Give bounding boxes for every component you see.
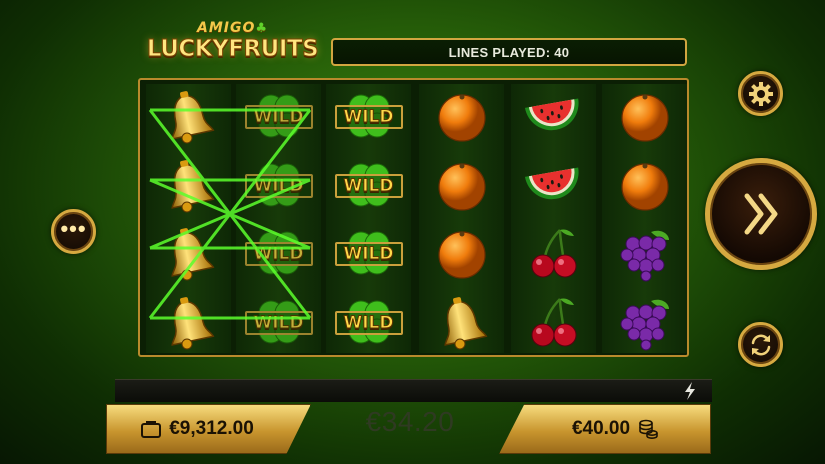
- spin-button[interactable]: [705, 158, 817, 270]
- symbol-grapes: [602, 290, 687, 356]
- lightning-bolt-icon[interactable]: [683, 382, 697, 400]
- wild-label: WILD: [343, 244, 394, 265]
- symbol-orange: [419, 153, 504, 219]
- reel-5: [511, 84, 596, 353]
- status-bar: [115, 379, 712, 402]
- lines-played-text: LINES PLAYED: 40: [448, 44, 570, 60]
- game-screen: { "logo": { "top": "AMIGO", "main": "LUC…: [0, 0, 825, 464]
- refresh-icon: [751, 334, 770, 355]
- balance-panel: €9,312.00: [106, 404, 311, 454]
- win-amount: €34.20: [365, 406, 455, 437]
- menu-button[interactable]: •••: [51, 209, 96, 254]
- coin-stack-icon: [639, 419, 658, 439]
- symbol-bell: [419, 290, 504, 356]
- wild-label: WILD: [253, 107, 304, 128]
- clover-icon: ♣: [255, 21, 269, 36]
- wild-symbol: WILD: [333, 158, 405, 214]
- symbol-orange: [602, 153, 687, 219]
- symbol-bell: [146, 221, 231, 287]
- game-logo: AMIGO♣ LUCKYFRUITS: [140, 20, 325, 70]
- wild-symbol: WILD: [243, 89, 315, 145]
- symbol-bell: [146, 290, 231, 356]
- symbol-watermelon: [511, 153, 596, 219]
- symbol-watermelon: [511, 84, 596, 150]
- bet-panel[interactable]: €40.00: [499, 404, 711, 454]
- symbol-wild: WILD: [326, 290, 411, 356]
- autoplay-button[interactable]: [738, 322, 783, 367]
- balance-value: €9,312.00: [169, 418, 254, 439]
- wild-symbol: WILD: [243, 226, 315, 282]
- reel-3: WILD WILD WILD WILD: [326, 84, 411, 353]
- symbol-wild: WILD: [326, 221, 411, 287]
- wild-symbol: WILD: [243, 295, 315, 351]
- wild-label: WILD: [343, 176, 394, 197]
- reel-4: [419, 84, 504, 353]
- more-dots-icon: •••: [60, 215, 87, 241]
- logo-amigo-text: AMIGO: [196, 20, 256, 36]
- symbol-wild: WILD: [326, 153, 411, 219]
- symbol-wild: WILD: [236, 153, 321, 219]
- wild-symbol: WILD: [333, 295, 405, 351]
- wallet-icon: [141, 421, 162, 438]
- wild-symbol: WILD: [243, 158, 315, 214]
- gear-icon: [748, 81, 773, 106]
- wild-label: WILD: [253, 244, 304, 265]
- reel-2: WILD WILD WILD WILD: [236, 84, 321, 353]
- symbol-orange: [419, 84, 504, 150]
- wild-symbol: WILD: [333, 89, 405, 145]
- symbol-wild: WILD: [326, 84, 411, 150]
- symbol-wild: WILD: [236, 84, 321, 150]
- reel-1: [146, 84, 231, 353]
- symbol-wild: WILD: [236, 221, 321, 287]
- double-chevron-right-icon: [744, 193, 778, 235]
- symbol-bell: [146, 153, 231, 219]
- logo-main-text: LUCKYFRUITS: [146, 36, 319, 63]
- symbol-orange: [419, 221, 504, 287]
- bet-value: €40.00: [571, 418, 631, 439]
- wild-label: WILD: [343, 313, 394, 334]
- symbol-cherry: [511, 290, 596, 356]
- wild-symbol: WILD: [333, 226, 405, 282]
- wild-label: WILD: [253, 176, 304, 197]
- reel-6: [602, 84, 687, 353]
- wild-label: WILD: [343, 107, 394, 128]
- symbol-bell: [146, 84, 231, 150]
- symbol-wild: WILD: [236, 290, 321, 356]
- reel-grid: WILD WILD WILD WILD WILD WILD WILD WILD: [138, 78, 689, 357]
- wild-label: WILD: [253, 313, 304, 334]
- symbol-orange: [602, 84, 687, 150]
- symbol-grapes: [602, 221, 687, 287]
- settings-button[interactable]: [738, 71, 783, 116]
- lines-played-display: LINES PLAYED: 40: [331, 38, 687, 66]
- symbol-cherry: [511, 221, 596, 287]
